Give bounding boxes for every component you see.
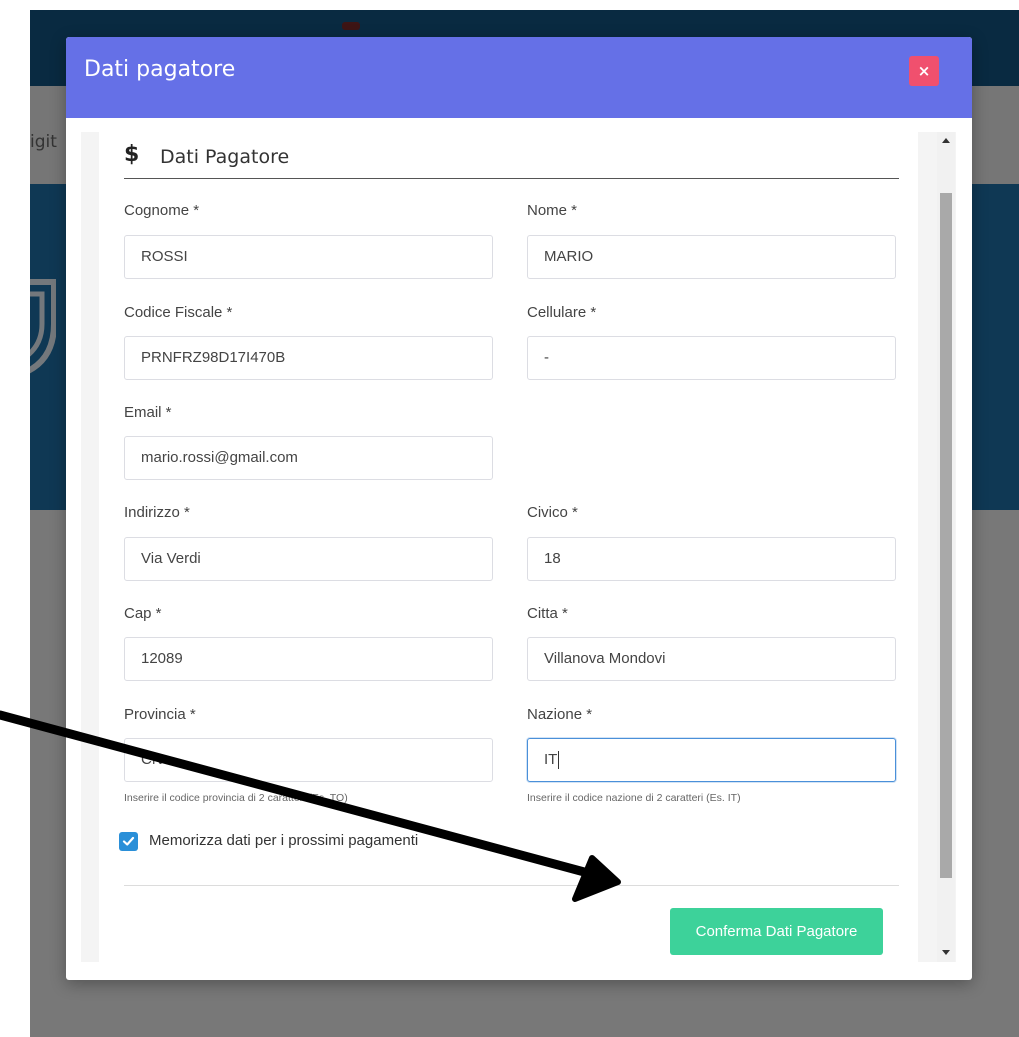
annotation-arrow-icon [0,710,621,902]
